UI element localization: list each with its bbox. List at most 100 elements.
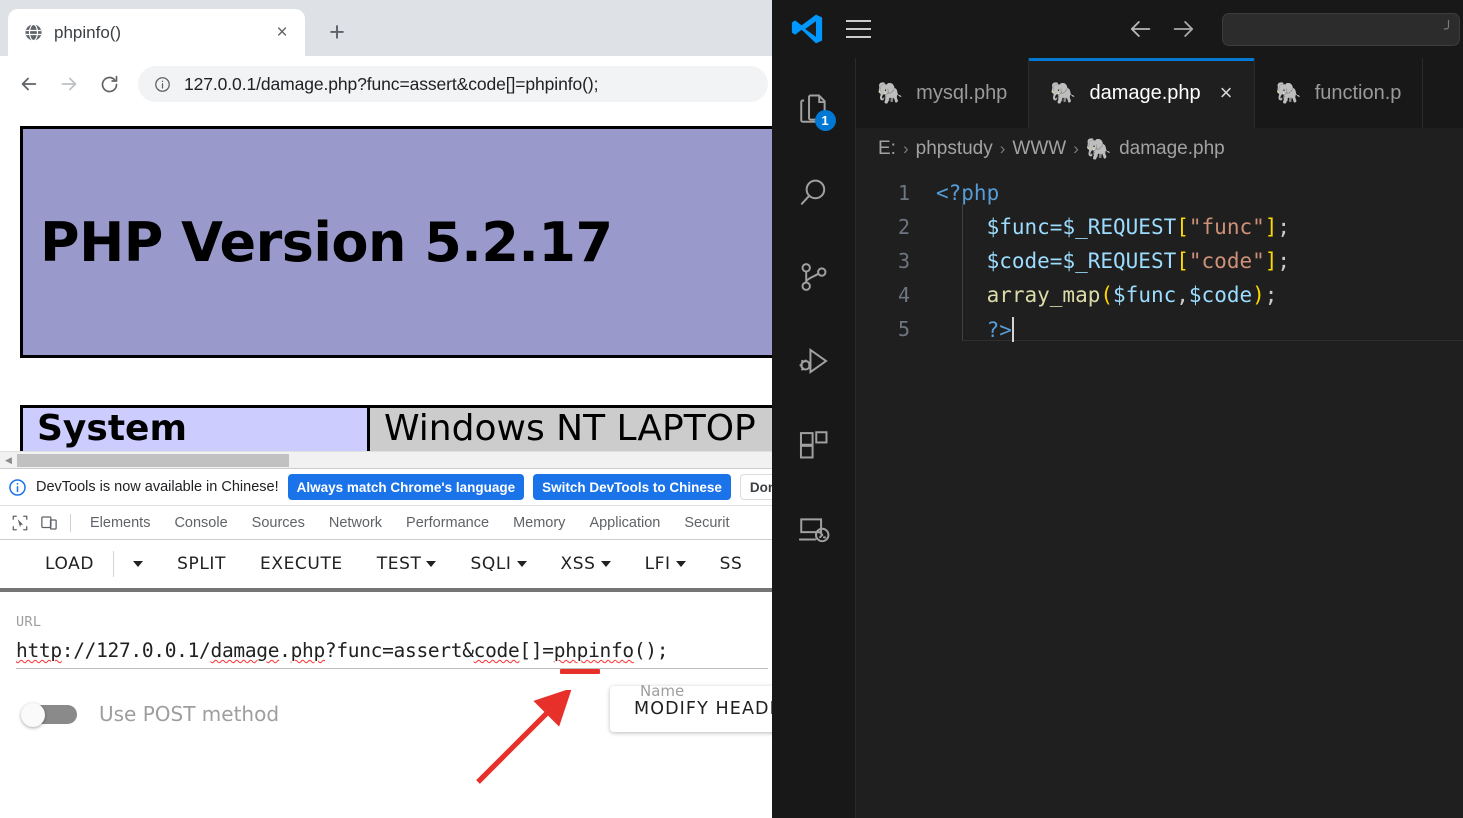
tab-memory[interactable]: Memory <box>501 515 577 531</box>
hackbar-load-dropdown[interactable] <box>116 561 160 567</box>
use-post-label: Use POST method <box>99 702 280 726</box>
chevron-down-icon <box>426 561 437 567</box>
hackbar-lfi-menu[interactable]: LFI <box>628 554 703 574</box>
editor-tab-label: damage.php <box>1089 81 1201 104</box>
hamburger-menu-icon[interactable] <box>828 0 888 58</box>
search-icon[interactable] <box>784 162 844 224</box>
token-function-name: array_map <box>986 283 1101 307</box>
token-semicolon: ; <box>1277 249 1291 273</box>
scrollbar-thumb[interactable] <box>17 453 289 467</box>
url-part-phpinfo: phpinfo <box>553 639 634 662</box>
code-line-1: 1 <?php <box>856 176 1463 210</box>
url-part-file: damage <box>210 639 280 662</box>
editor-tab-mysql-php[interactable]: 🐘 mysql.php <box>856 58 1030 128</box>
vscode-activity-bar: 1 <box>772 58 856 818</box>
hackbar-xss-menu[interactable]: XSS <box>544 554 628 574</box>
breadcrumb-www[interactable]: WWW <box>1012 138 1066 160</box>
editor-tab-function-php[interactable]: 🐘 function.p <box>1254 58 1424 128</box>
chevron-right-icon: › <box>1073 139 1079 158</box>
hackbar-split-button[interactable]: SPLIT <box>160 554 243 574</box>
url-part-dot: . <box>279 639 291 662</box>
editor-tab-damage-php[interactable]: 🐘 damage.php × <box>1029 58 1255 128</box>
token-comma: , <box>1176 283 1189 307</box>
hackbar-url-input[interactable]: http://127.0.0.1/damage.php?func=assert&… <box>16 639 768 662</box>
explorer-icon[interactable]: 1 <box>784 78 844 140</box>
address-bar[interactable]: 127.0.0.1/damage.php?func=assert&code[]=… <box>138 66 768 102</box>
browser-tab-phpinfo[interactable]: phpinfo() × <box>8 9 305 56</box>
extensions-icon[interactable] <box>784 414 844 476</box>
dont-show-button[interactable]: Don't s <box>739 474 772 500</box>
switch-to-chinese-button[interactable]: Switch DevTools to Chinese <box>533 474 731 500</box>
reload-icon[interactable] <box>90 65 128 103</box>
hackbar-sqli-menu[interactable]: SQLI <box>453 554 543 574</box>
url-input-wrapper[interactable]: http://127.0.0.1/damage.php?func=assert&… <box>16 639 768 674</box>
address-bar-url: 127.0.0.1/damage.php?func=assert&code[]=… <box>184 73 599 94</box>
tab-security[interactable]: Securit <box>672 515 741 531</box>
url-part-query: ?func=assert& <box>324 639 474 662</box>
vscode-command-search[interactable]: ╯ <box>1222 12 1460 46</box>
close-icon[interactable]: × <box>269 20 295 46</box>
url-field-label: URL <box>16 614 42 630</box>
navigate-forward-icon[interactable] <box>1170 15 1198 43</box>
php-file-icon: 🐘 <box>1050 81 1077 105</box>
forward-icon[interactable] <box>50 65 88 103</box>
token-string: "func" <box>1188 215 1265 239</box>
phpinfo-version-text: PHP Version 5.2.17 <box>40 210 613 274</box>
token-php-open: <?php <box>936 181 1000 205</box>
hackbar-options-row: Use POST method MODIFY HEADE <box>16 686 772 732</box>
run-and-debug-icon[interactable] <box>784 330 844 392</box>
token-bracket-close: ] <box>1264 249 1278 273</box>
hackbar-test-label: TEST <box>376 554 422 574</box>
divider <box>113 551 115 577</box>
token-variable: $func= <box>986 215 1063 239</box>
browser-tab-title: phpinfo() <box>54 22 122 42</box>
new-tab-button[interactable]: + <box>317 12 357 52</box>
hackbar-xss-label: XSS <box>560 554 596 574</box>
tab-elements[interactable]: Elements <box>78 515 162 531</box>
navigate-back-icon[interactable] <box>1126 15 1154 43</box>
token-bracket-open: [ <box>1176 215 1189 239</box>
hackbar-test-menu[interactable]: TEST <box>360 554 454 574</box>
breadcrumb-drive[interactable]: E: <box>878 138 896 160</box>
back-icon[interactable] <box>10 65 48 103</box>
url-part-scheme: http <box>16 639 62 662</box>
code-line-3: 3 $code=$_REQUEST["code"]; <box>856 244 1463 278</box>
line-number: 2 <box>897 215 910 239</box>
breadcrumb-file[interactable]: damage.php <box>1119 138 1225 160</box>
hackbar-load-button[interactable]: LOAD <box>28 554 111 574</box>
hackbar-panel: LOAD SPLIT EXECUTE TEST SQLI XSS LFI SS … <box>0 540 772 732</box>
vscode-window: ╯ 1 🐘 mysql.php 🐘 damage.php × 🐘 functio… <box>772 0 1463 818</box>
token-bracket-open: [ <box>1176 249 1189 273</box>
close-icon[interactable]: × <box>1220 80 1233 106</box>
always-match-language-button[interactable]: Always match Chrome's language <box>287 474 525 500</box>
line-number: 5 <box>897 317 910 341</box>
scroll-left-arrow-icon[interactable]: ◀ <box>0 452 17 469</box>
hackbar-execute-button[interactable]: EXECUTE <box>243 554 360 574</box>
tab-network[interactable]: Network <box>317 515 394 531</box>
token-paren-open: ( <box>1100 283 1114 307</box>
code-editor[interactable]: 1 <?php 2 $func=$_REQUEST["func"]; 3 $co… <box>856 170 1463 818</box>
hackbar-ssrf-menu[interactable]: SS <box>703 554 760 574</box>
token-arg1: $func <box>1113 283 1177 307</box>
source-control-icon[interactable] <box>784 246 844 308</box>
code-content: <?php <box>936 181 999 205</box>
vscode-body: 1 🐘 mysql.php 🐘 damage.php × 🐘 function.… <box>772 58 1463 818</box>
tab-sources[interactable]: Sources <box>240 515 317 531</box>
toggle-knob <box>21 703 45 727</box>
chevron-down-icon <box>675 561 686 567</box>
tab-console[interactable]: Console <box>162 515 239 531</box>
token-string: "code" <box>1188 249 1265 273</box>
chrome-browser-window: phpinfo() × + 127.0.0.1/damage.php?func=… <box>0 0 772 818</box>
use-post-toggle[interactable] <box>21 703 77 727</box>
page-horizontal-scrollbar[interactable]: ◀ <box>0 451 772 468</box>
tab-performance[interactable]: Performance <box>394 515 501 531</box>
screenshot-root: phpinfo() × + 127.0.0.1/damage.php?func=… <box>0 0 1463 818</box>
inspect-element-icon[interactable] <box>5 508 34 537</box>
token-paren-close: ) <box>1252 283 1265 307</box>
toggle-device-toolbar-icon[interactable] <box>34 508 63 537</box>
breadcrumb: E: › phpstudy › WWW › 🐘 damage.php <box>856 128 1463 170</box>
breadcrumb-phpstudy[interactable]: phpstudy <box>916 138 993 160</box>
tab-application[interactable]: Application <box>577 515 672 531</box>
modify-header-button[interactable]: MODIFY HEADE <box>610 686 772 732</box>
remote-explorer-icon[interactable] <box>784 498 844 560</box>
